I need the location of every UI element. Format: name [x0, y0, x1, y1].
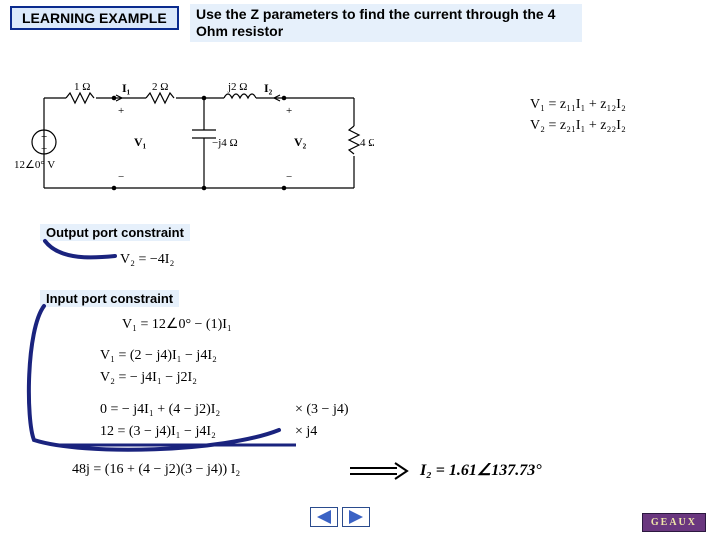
- banner-title: LEARNING EXAMPLE: [22, 10, 167, 26]
- r2-label: 2 Ω: [152, 81, 168, 93]
- vs-label: 12∠0° V: [14, 159, 55, 171]
- z-parameter-equations: V₁ = z₁₁I₁ + z₁₂I₂ V₂ = z₂₁I₁ + z₂₂I₂: [530, 94, 626, 136]
- eq-v1-zparam: V₁ = (2 − j4)I₁ − j4I₂: [100, 348, 217, 364]
- v2-label: V₂: [294, 135, 307, 149]
- zeq-line2: V₂ = z₂₁I₁ + z₂₂I₂: [530, 115, 626, 136]
- zeq-line1: V₁ = z₁₁I₁ + z₁₂I₂: [530, 94, 626, 115]
- v1-label: V₁: [134, 135, 147, 149]
- implies-arrow-icon: [345, 460, 410, 484]
- i1-label: I₁: [122, 81, 131, 95]
- eq-mult-2: × j4: [295, 424, 317, 440]
- l-label: j2 Ω: [227, 81, 247, 93]
- svg-text:−: −: [286, 171, 292, 183]
- svg-text:+: +: [286, 105, 292, 117]
- eq-mult-1: × (3 − j4): [295, 402, 349, 418]
- problem-prompt: Use the Z parameters to find the current…: [190, 4, 582, 42]
- rl-label: 4 Ω: [360, 137, 374, 149]
- eq-v2-zparam: V₂ = − j4I₁ − j2I₂: [100, 370, 197, 386]
- i2-label: I₂: [264, 81, 273, 95]
- c-label: −j4 Ω: [212, 137, 238, 149]
- prompt-text: Use the Z parameters to find the current…: [196, 6, 555, 39]
- svg-text:+: +: [118, 105, 124, 117]
- learning-example-banner: LEARNING EXAMPLE: [10, 6, 179, 30]
- circuit-diagram: 1 Ω 2 Ω j2 Ω −j4 Ω 4 Ω + − 12∠0° V I₁ I₂…: [14, 80, 374, 210]
- answer-i2: I₂ = 1.61∠137.73°: [420, 460, 542, 480]
- nav-controls: [310, 507, 370, 530]
- eq-combined-1: 0 = − j4I₁ + (4 − j2)I₂: [100, 402, 220, 418]
- svg-text:−: −: [118, 171, 124, 183]
- eq-final: 48j = (16 + (4 − j2)(3 − j4)) I₂: [72, 462, 240, 478]
- svg-text:−: −: [41, 143, 47, 155]
- prev-slide-button[interactable]: [310, 507, 338, 527]
- curve-annotation-out: [40, 236, 120, 266]
- eq-combined-2: 12 = (3 − j4)I₁ − j4I₂: [100, 424, 216, 440]
- underline-annotation: [56, 442, 296, 448]
- next-slide-button[interactable]: [342, 507, 370, 527]
- eq-v1-input: V₁ = 12∠0° − (1)I₁: [122, 316, 232, 333]
- svg-text:+: +: [41, 131, 47, 143]
- r1-label: 1 Ω: [74, 81, 90, 93]
- footer-logo: GEAUX: [642, 513, 706, 532]
- eq-v2-output: V₂ = −4I₂: [120, 252, 174, 268]
